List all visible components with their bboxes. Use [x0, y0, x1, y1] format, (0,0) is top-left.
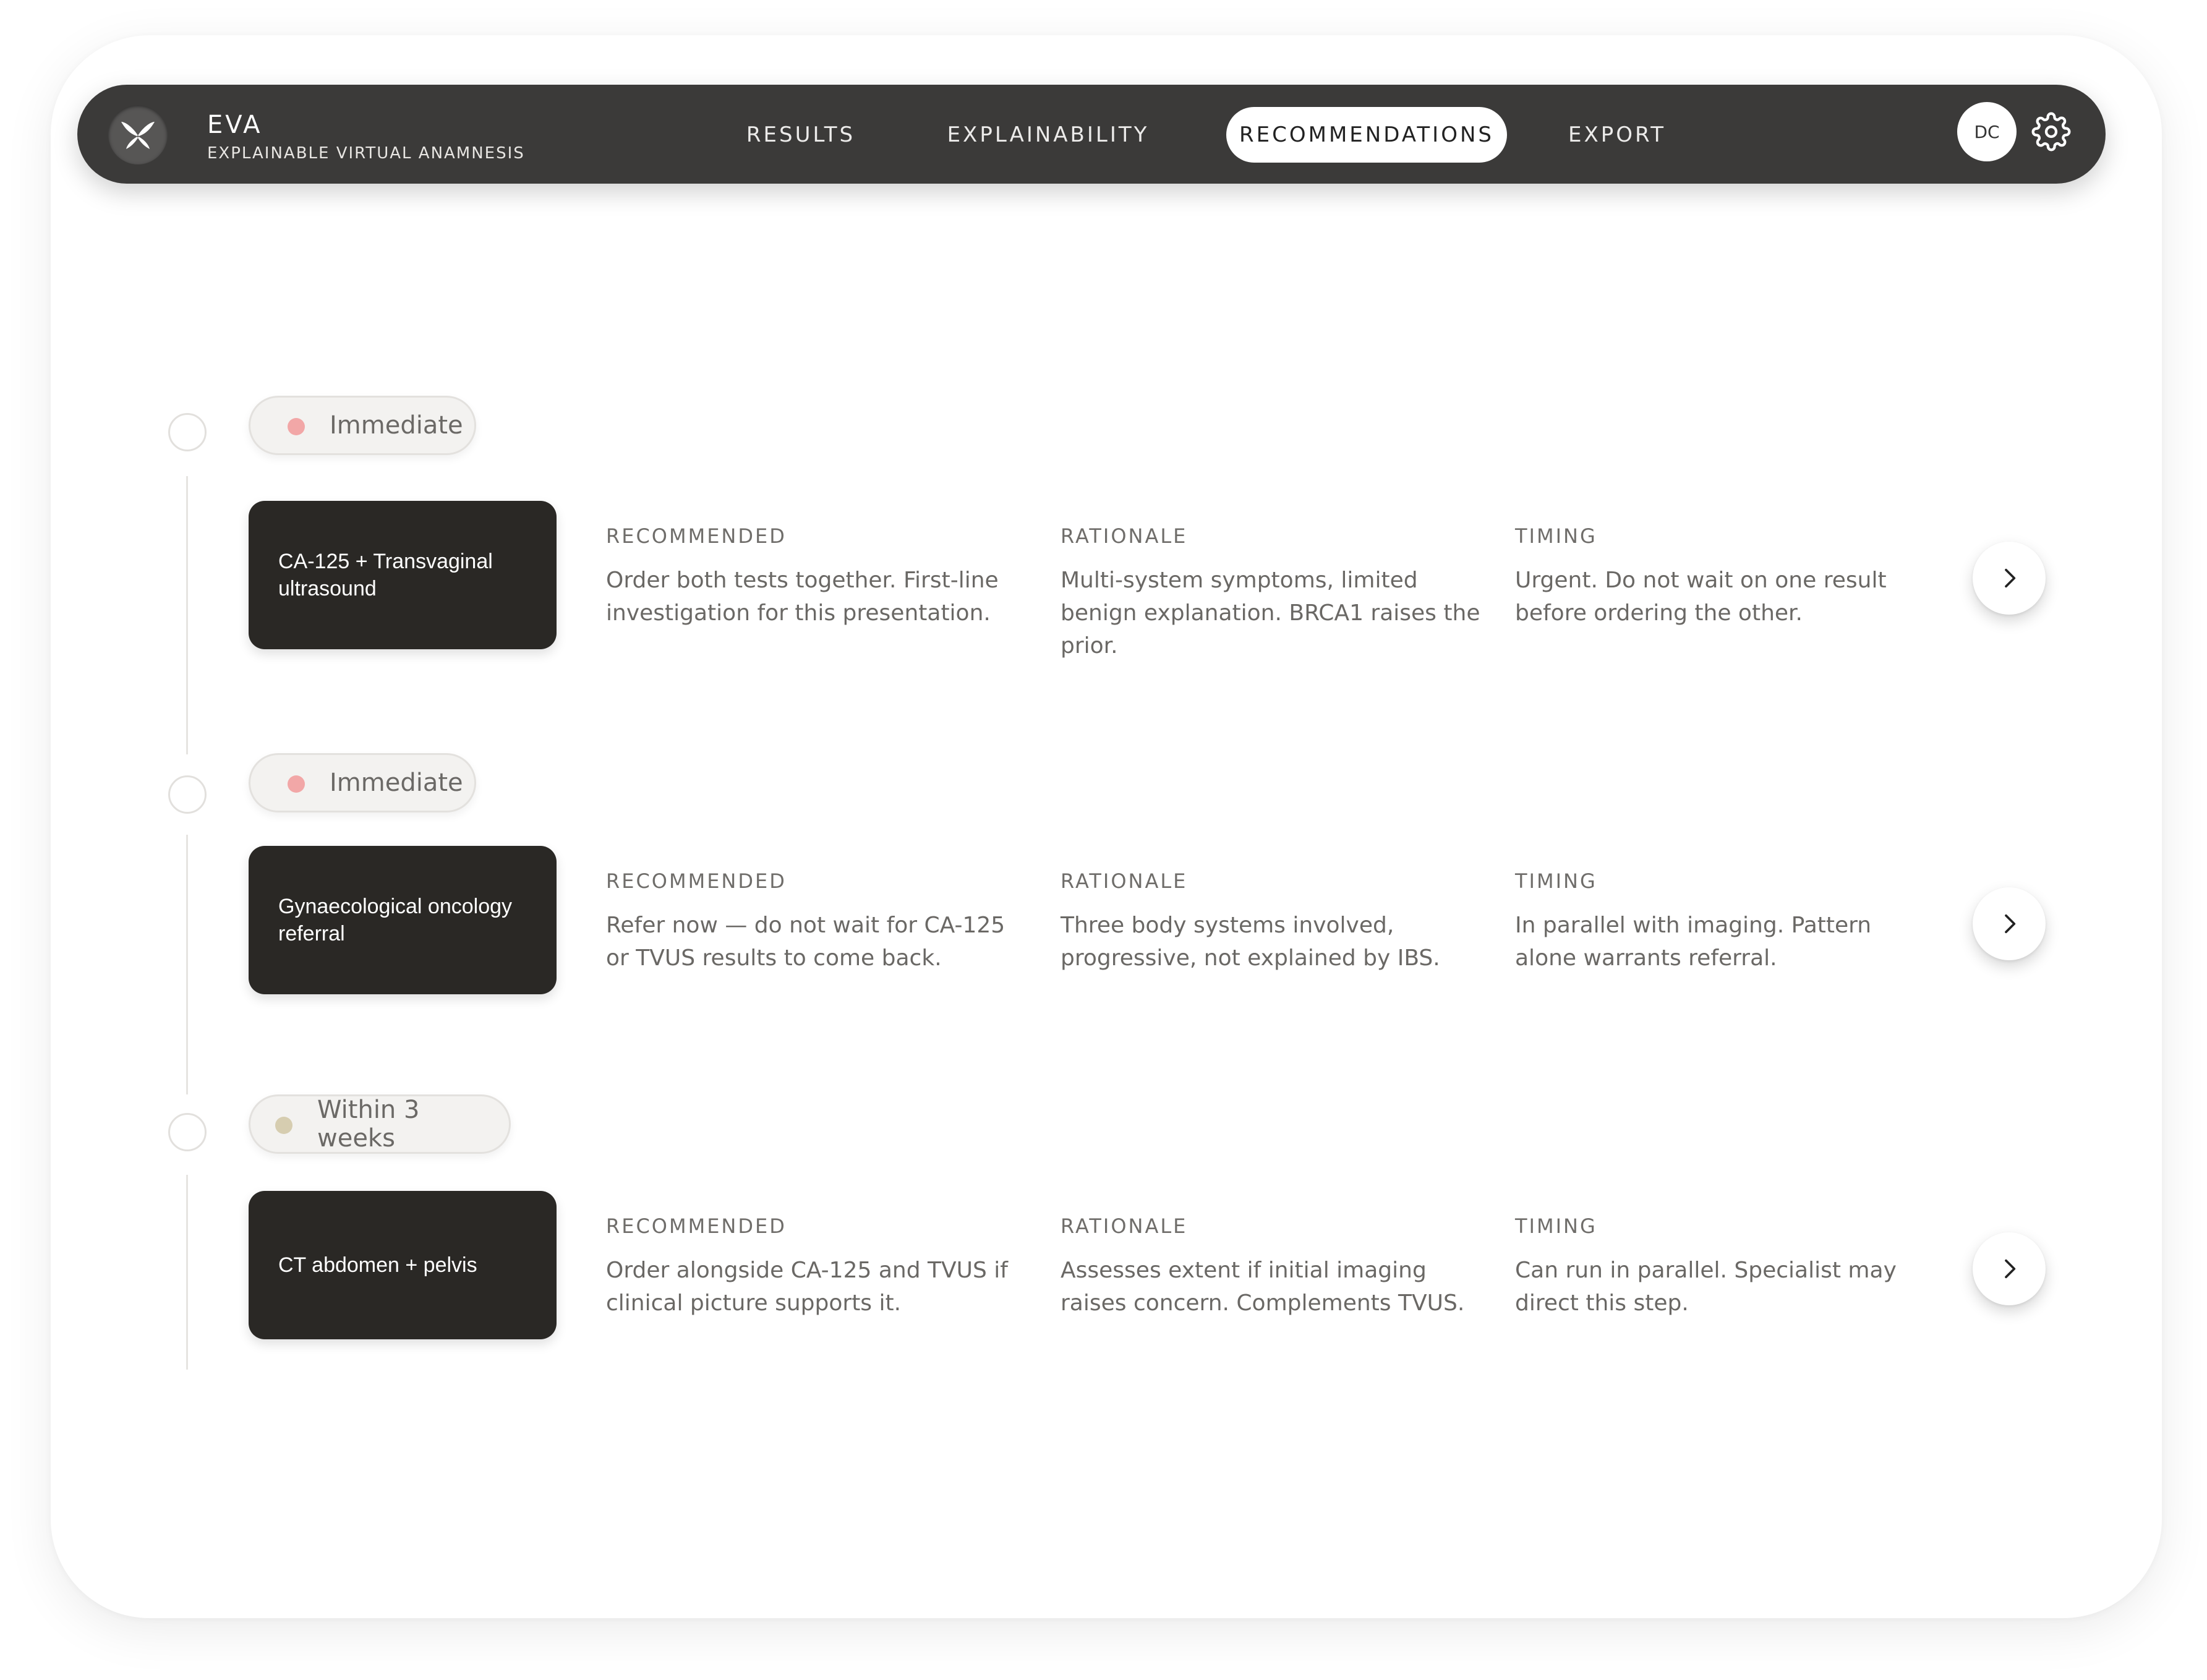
gear-icon: [2031, 112, 2071, 151]
expand-button[interactable]: [1973, 887, 2046, 960]
tab-recommendations[interactable]: RECOMMENDATIONS: [1226, 107, 1507, 163]
recommended-label: RECOMMENDED: [606, 1214, 787, 1238]
timeline-line: [186, 476, 188, 754]
timing-text: In parallel with imaging. Pattern alone …: [1515, 913, 1872, 971]
timing-label: TIMING: [1515, 869, 1597, 893]
recommended-text: Order both tests together. First-line in…: [606, 568, 999, 626]
app-title: EVA: [207, 111, 263, 139]
priority-badge: Immediate: [249, 396, 476, 455]
timeline-line: [186, 835, 188, 1094]
timing-label: TIMING: [1515, 1214, 1597, 1238]
expand-button[interactable]: [1973, 542, 2046, 615]
rationale-text: Multi-system symptoms, limited benign ex…: [1061, 568, 1480, 659]
timeline-node: [168, 775, 207, 814]
timing-label: TIMING: [1515, 524, 1597, 548]
tab-results[interactable]: RESULTS: [727, 107, 875, 163]
priority-label: Immediate: [330, 411, 463, 440]
timing-text: Can run in parallel. Specialist may dire…: [1515, 1258, 1897, 1316]
chevron-right-icon: [2005, 568, 2016, 588]
rationale-text: Three body systems involved, progressive…: [1061, 913, 1440, 971]
priority-dot: [275, 1117, 292, 1134]
logo[interactable]: [108, 105, 168, 164]
recommended-label: RECOMMENDED: [606, 869, 787, 893]
chevron-right-icon: [2005, 914, 2016, 934]
rationale-label: RATIONALE: [1061, 869, 1188, 893]
action-card[interactable]: CA-125 + Transvaginal ultrasound: [249, 501, 557, 649]
expand-button[interactable]: [1973, 1232, 2046, 1305]
action-title: Gynaecological oncology referral: [278, 895, 513, 945]
recommended-label: RECOMMENDED: [606, 524, 787, 548]
app-subtitle: EXPLAINABLE VIRTUAL ANAMNESIS: [207, 144, 525, 163]
priority-dot: [288, 775, 305, 793]
action-card[interactable]: CT abdomen + pelvis: [249, 1191, 557, 1339]
recommended-text: Order alongside CA-125 and TVUS if clini…: [606, 1258, 1008, 1316]
tab-export[interactable]: EXPORT: [1555, 107, 1679, 163]
butterfly-icon: [121, 122, 155, 149]
tab-explainability[interactable]: EXPLAINABILITY: [943, 107, 1153, 163]
action-card[interactable]: Gynaecological oncology referral: [249, 846, 557, 994]
chevron-right-icon: [2005, 1259, 2016, 1279]
main-card: [51, 35, 2162, 1618]
rationale-label: RATIONALE: [1061, 524, 1188, 548]
settings-button[interactable]: [2031, 112, 2071, 151]
timeline-node: [168, 1113, 207, 1151]
avatar[interactable]: DC: [1957, 102, 2017, 161]
priority-badge: Immediate: [249, 753, 476, 812]
timing-text: Urgent. Do not wait on one result before…: [1515, 568, 1887, 626]
recommended-text: Refer now — do not wait for CA-125 or TV…: [606, 913, 1005, 971]
action-title: CA-125 + Transvaginal ultrasound: [278, 550, 493, 600]
rationale-text: Assesses extent if initial imaging raise…: [1061, 1258, 1465, 1316]
timeline-line: [186, 1175, 188, 1370]
priority-label: Immediate: [330, 769, 463, 797]
timeline-node: [168, 413, 207, 451]
action-title: CT abdomen + pelvis: [278, 1253, 477, 1277]
priority-badge: Within 3 weeks: [249, 1094, 511, 1154]
priority-dot: [288, 418, 305, 435]
rationale-label: RATIONALE: [1061, 1214, 1188, 1238]
priority-label: Within 3 weeks: [317, 1096, 420, 1153]
top-nav: EVA EXPLAINABLE VIRTUAL ANAMNESIS RESULT…: [77, 85, 2106, 184]
